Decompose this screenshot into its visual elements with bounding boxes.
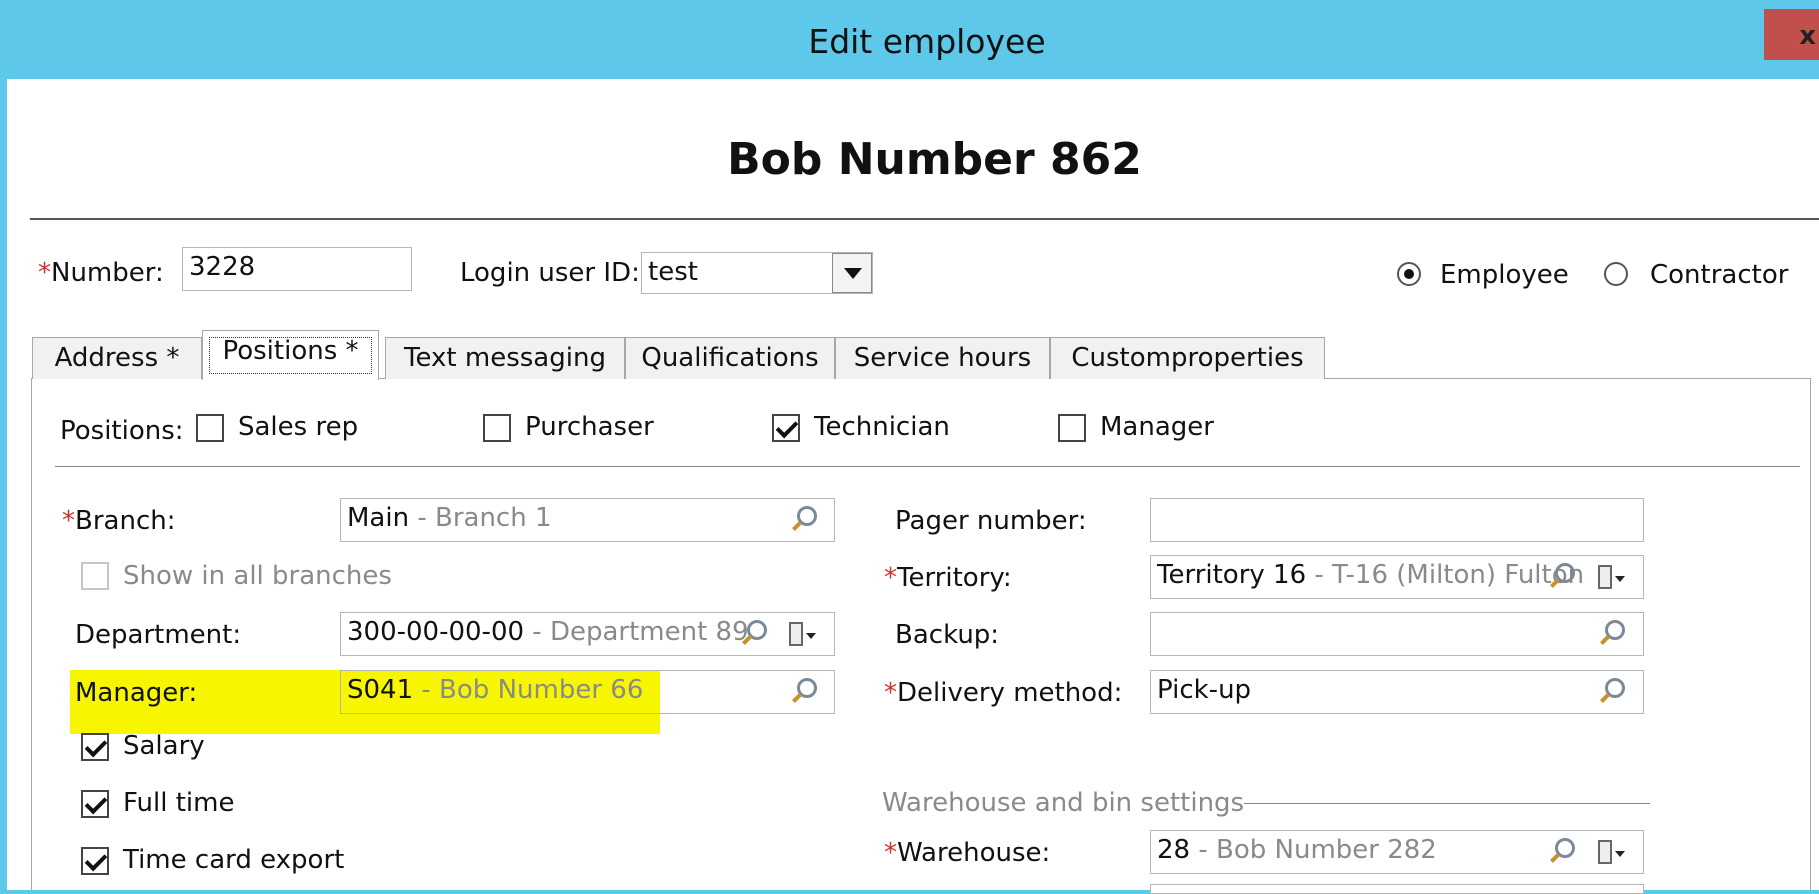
contractor-radio[interactable] xyxy=(1604,262,1628,286)
territory-flag-dropdown-icon[interactable] xyxy=(1594,557,1634,597)
number-label: *Number: xyxy=(38,258,164,288)
tab-qualifications[interactable]: Qualifications xyxy=(625,337,835,379)
manager-input[interactable]: S041 - Bob Number 66 xyxy=(340,670,835,714)
next-field-input[interactable] xyxy=(1150,884,1644,894)
employee-name-heading: Bob Number 862 xyxy=(727,134,1142,185)
time-card-export-label: Time card export xyxy=(123,845,345,875)
magnifier-icon xyxy=(797,506,817,526)
number-input[interactable]: 3228 xyxy=(182,247,412,291)
header-divider xyxy=(30,218,1819,220)
close-button[interactable]: x xyxy=(1764,9,1819,60)
tab-service-hours[interactable]: Service hours xyxy=(835,337,1050,379)
tab-focus-outline xyxy=(209,337,372,374)
delivery-method-input[interactable]: Pick-up xyxy=(1150,670,1644,714)
warehouse-flag-dropdown-icon[interactable] xyxy=(1594,832,1634,872)
magnifier-icon xyxy=(1605,678,1625,698)
tab-text-messaging[interactable]: Text messaging xyxy=(385,337,625,379)
magnifier-icon xyxy=(1555,838,1575,858)
full-time-label: Full time xyxy=(123,788,235,818)
branch-search-icon[interactable] xyxy=(790,500,830,540)
salary-checkbox[interactable] xyxy=(81,733,109,761)
branch-label: *Branch: xyxy=(62,506,176,536)
purchaser-label: Purchaser xyxy=(525,412,654,442)
show-all-branches-checkbox[interactable] xyxy=(81,562,109,590)
tab-positions[interactable]: Positions * xyxy=(202,330,379,380)
magnifier-icon xyxy=(1555,563,1575,583)
salary-label: Salary xyxy=(123,731,205,761)
department-search-icon[interactable] xyxy=(740,614,780,654)
tab-custom-properties[interactable]: Customproperties xyxy=(1050,337,1325,379)
window-title: Edit employee xyxy=(808,22,1046,61)
magnifier-icon xyxy=(1605,620,1625,640)
employee-radio-label: Employee xyxy=(1440,260,1569,290)
employee-radio[interactable] xyxy=(1397,262,1421,286)
delivery-method-search-icon[interactable] xyxy=(1598,672,1638,712)
warehouse-section-label: Warehouse and bin settings xyxy=(882,788,1245,818)
branch-input[interactable]: Main - Branch 1 xyxy=(340,498,835,542)
sales-rep-label: Sales rep xyxy=(238,412,359,442)
magnifier-icon xyxy=(797,678,817,698)
full-time-checkbox[interactable] xyxy=(81,790,109,818)
time-card-export-checkbox[interactable] xyxy=(81,847,109,875)
backup-input[interactable] xyxy=(1150,612,1644,656)
warehouse-section-divider xyxy=(1244,803,1650,804)
department-label: Department: xyxy=(75,620,242,650)
pager-number-input[interactable] xyxy=(1150,498,1644,542)
tab-address[interactable]: Address * xyxy=(32,337,202,379)
login-user-id-label: Login user ID: xyxy=(460,258,640,288)
technician-checkbox[interactable] xyxy=(772,414,800,442)
manager-position-label: Manager xyxy=(1100,412,1214,442)
territory-label: *Territory: xyxy=(884,563,1012,593)
contractor-radio-label: Contractor xyxy=(1650,260,1789,290)
warehouse-label: *Warehouse: xyxy=(884,838,1051,868)
purchaser-checkbox[interactable] xyxy=(483,414,511,442)
pager-number-label: Pager number: xyxy=(895,506,1087,536)
chevron-down-icon[interactable] xyxy=(832,253,872,293)
manager-position-checkbox[interactable] xyxy=(1058,414,1086,442)
backup-label: Backup: xyxy=(895,620,1000,650)
positions-divider xyxy=(55,466,1800,467)
technician-label: Technician xyxy=(814,412,950,442)
positions-label: Positions: xyxy=(60,416,184,446)
warehouse-search-icon[interactable] xyxy=(1548,832,1588,872)
magnifier-icon xyxy=(747,620,767,640)
sales-rep-checkbox[interactable] xyxy=(196,414,224,442)
delivery-method-label: *Delivery method: xyxy=(884,678,1123,708)
territory-search-icon[interactable] xyxy=(1548,557,1588,597)
show-all-branches-label: Show in all branches xyxy=(123,561,392,591)
manager-label: Manager: xyxy=(75,678,198,708)
manager-search-icon[interactable] xyxy=(790,672,830,712)
backup-search-icon[interactable] xyxy=(1598,614,1638,654)
department-flag-dropdown-icon[interactable] xyxy=(785,614,825,654)
